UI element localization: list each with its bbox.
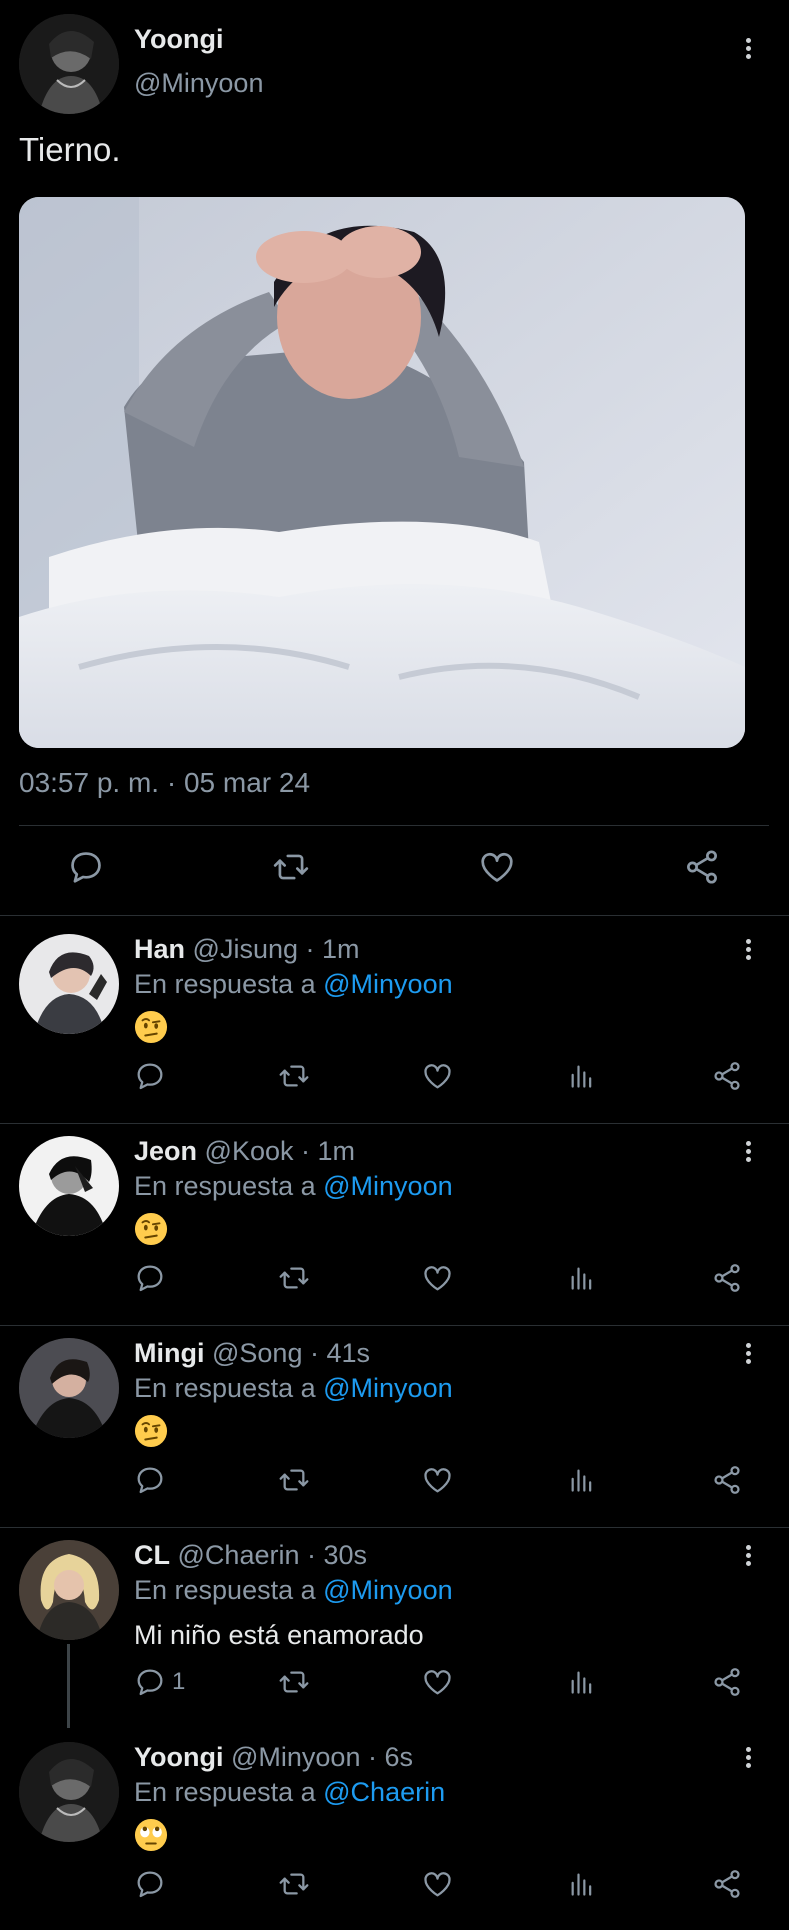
like-icon[interactable] — [421, 1464, 454, 1496]
reply-author-meta: @Chaerin · 30s — [177, 1540, 368, 1570]
reply-tweet[interactable]: Han @Jisung · 1m En respuesta a @Minyoon — [0, 922, 789, 1122]
reply-mention-link[interactable]: @Chaerin — [323, 1777, 445, 1807]
reply-author-name[interactable]: Han — [134, 934, 185, 964]
reply-context: En respuesta a @Minyoon — [134, 1171, 453, 1202]
reply-context-prefix: En respuesta a — [134, 969, 316, 999]
reply-icon[interactable] — [67, 848, 105, 886]
reply-avatar[interactable] — [19, 1338, 119, 1438]
reply-context: En respuesta a @Minyoon — [134, 1373, 453, 1404]
reply-tweet[interactable]: Yoongi @Minyoon · 6s En respuesta a @Cha… — [0, 1730, 789, 1930]
reply-actions — [0, 1060, 789, 1094]
raised-eyebrow-emoji-icon — [134, 1010, 168, 1044]
more-options-icon[interactable] — [738, 1742, 758, 1772]
reply-author-name[interactable]: Jeon — [134, 1136, 197, 1166]
share-icon[interactable] — [711, 1060, 743, 1092]
reply-mention-link[interactable]: @Minyoon — [323, 969, 452, 999]
retweet-icon[interactable] — [277, 1464, 311, 1496]
like-icon[interactable] — [421, 1060, 454, 1092]
reply-icon[interactable] — [134, 1262, 172, 1294]
share-icon[interactable] — [711, 1868, 743, 1900]
reply-icon[interactable] — [134, 1464, 172, 1496]
like-icon[interactable] — [421, 1262, 454, 1294]
author-avatar[interactable] — [19, 14, 119, 114]
like-icon[interactable] — [421, 1868, 454, 1900]
author-handle[interactable]: @Minyoon — [134, 68, 263, 99]
reply-context: En respuesta a @Minyoon — [134, 969, 453, 1000]
retweet-icon[interactable] — [277, 1868, 311, 1900]
more-options-icon[interactable] — [738, 1540, 758, 1570]
reply-body — [134, 1818, 168, 1852]
author-name[interactable]: Yoongi — [134, 24, 223, 55]
reply-author-name[interactable]: Yoongi — [134, 1742, 223, 1772]
reply-author-meta: @Kook · 1m — [204, 1136, 355, 1166]
tweet-timestamp: 03:57 p. m. · 05 mar 24 — [19, 767, 311, 798]
more-options-icon[interactable] — [738, 1136, 758, 1166]
reply-icon[interactable]: 1 — [134, 1666, 185, 1698]
retweet-icon[interactable] — [277, 1666, 311, 1698]
reply-tweet[interactable]: Jeon @Kook · 1m En respuesta a @Minyoon — [0, 1124, 789, 1324]
reply-context-prefix: En respuesta a — [134, 1171, 316, 1201]
reply-avatar[interactable] — [19, 1540, 119, 1640]
reply-count: 1 — [172, 1668, 186, 1695]
retweet-icon[interactable] — [277, 1060, 311, 1092]
reply-body — [134, 1212, 168, 1246]
reply-icon[interactable] — [134, 1868, 172, 1900]
reply-body — [134, 1414, 168, 1448]
views-icon[interactable] — [568, 1868, 596, 1900]
share-icon[interactable] — [711, 1666, 743, 1698]
divider — [19, 825, 769, 826]
reply-icon[interactable] — [134, 1060, 172, 1092]
views-icon[interactable] — [568, 1464, 596, 1496]
reply-tweet[interactable]: Mingi @Song · 41s En respuesta a @Minyoo… — [0, 1326, 789, 1526]
thread-connector-line — [67, 1644, 70, 1728]
main-tweet: Yoongi @Minyoon Tierno. 03:57 p. m. · 05… — [0, 0, 789, 916]
tweet-image[interactable] — [19, 197, 745, 748]
views-icon[interactable] — [568, 1060, 596, 1092]
reply-context-prefix: En respuesta a — [134, 1575, 316, 1605]
reply-actions — [0, 1464, 789, 1498]
reply-context: En respuesta a @Minyoon — [134, 1575, 453, 1606]
reply-avatar[interactable] — [19, 1742, 119, 1842]
rolling-eyes-emoji-icon — [134, 1818, 168, 1852]
reply-tweet[interactable]: CL @Chaerin · 30s En respuesta a @Minyoo… — [0, 1528, 789, 1728]
more-options-icon[interactable] — [738, 33, 758, 63]
share-icon[interactable] — [682, 848, 722, 886]
reply-actions — [0, 1868, 789, 1902]
tweet-actions — [0, 848, 789, 892]
share-icon[interactable] — [711, 1262, 743, 1294]
divider — [0, 915, 789, 916]
reply-actions — [0, 1262, 789, 1296]
reply-mention-link[interactable]: @Minyoon — [323, 1373, 452, 1403]
reply-context-prefix: En respuesta a — [134, 1373, 316, 1403]
reply-body — [134, 1010, 168, 1044]
reply-avatar[interactable] — [19, 1136, 119, 1236]
reply-mention-link[interactable]: @Minyoon — [323, 1575, 452, 1605]
reply-actions: 1 — [0, 1666, 789, 1700]
reply-mention-link[interactable]: @Minyoon — [323, 1171, 452, 1201]
raised-eyebrow-emoji-icon — [134, 1414, 168, 1448]
retweet-icon[interactable] — [270, 848, 312, 886]
reply-avatar[interactable] — [19, 934, 119, 1034]
reply-author-meta: @Minyoon · 6s — [231, 1742, 413, 1772]
reply-author-meta: @Song · 41s — [212, 1338, 370, 1368]
tweet-text: Tierno. — [19, 131, 121, 168]
reply-body: Mi niño está enamorado — [134, 1620, 424, 1650]
retweet-icon[interactable] — [277, 1262, 311, 1294]
reply-author-name[interactable]: Mingi — [134, 1338, 204, 1368]
raised-eyebrow-emoji-icon — [134, 1212, 168, 1246]
reply-author-meta: @Jisung · 1m — [192, 934, 360, 964]
like-icon[interactable] — [477, 848, 517, 886]
views-icon[interactable] — [568, 1262, 596, 1294]
reply-context-prefix: En respuesta a — [134, 1777, 316, 1807]
reply-author-name[interactable]: CL — [134, 1540, 170, 1570]
reply-context: En respuesta a @Chaerin — [134, 1777, 445, 1808]
more-options-icon[interactable] — [738, 934, 758, 964]
more-options-icon[interactable] — [738, 1338, 758, 1368]
share-icon[interactable] — [711, 1464, 743, 1496]
like-icon[interactable] — [421, 1666, 454, 1698]
views-icon[interactable] — [568, 1666, 596, 1698]
